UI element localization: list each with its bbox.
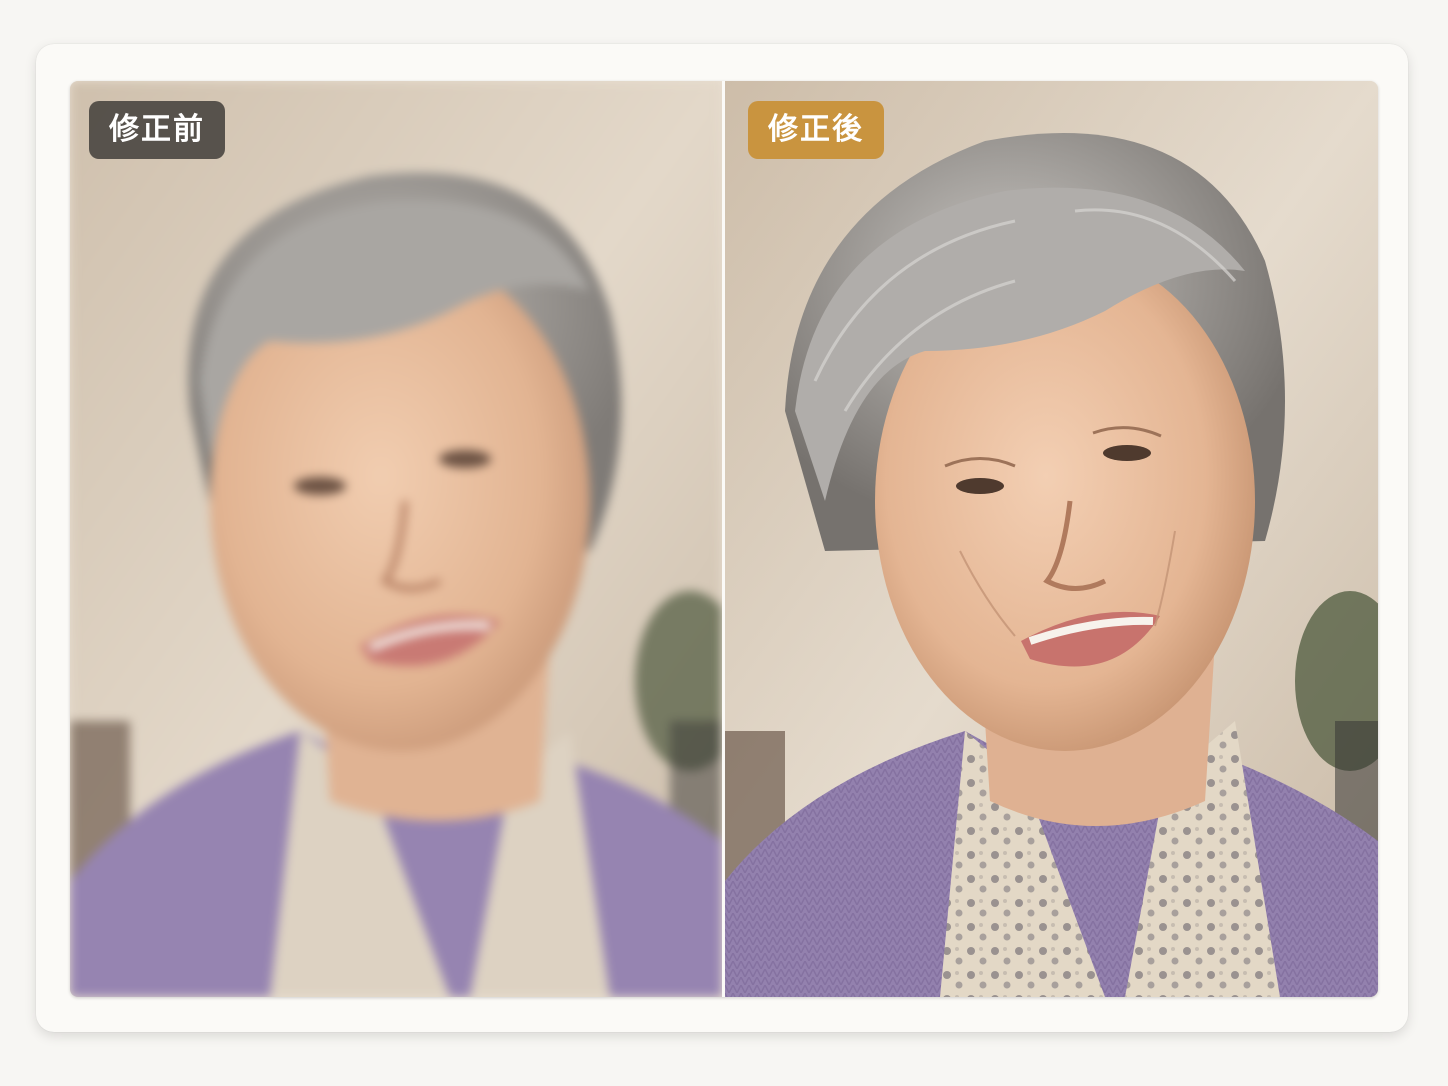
after-photo <box>725 81 1378 997</box>
before-photo <box>70 81 722 997</box>
after-panel: 修正後 <box>725 81 1378 997</box>
after-label: 修正後 <box>748 101 884 159</box>
comparison-frame: 修正前 修正後 <box>70 81 1378 997</box>
before-panel: 修正前 <box>70 81 722 997</box>
before-label: 修正前 <box>89 101 225 159</box>
